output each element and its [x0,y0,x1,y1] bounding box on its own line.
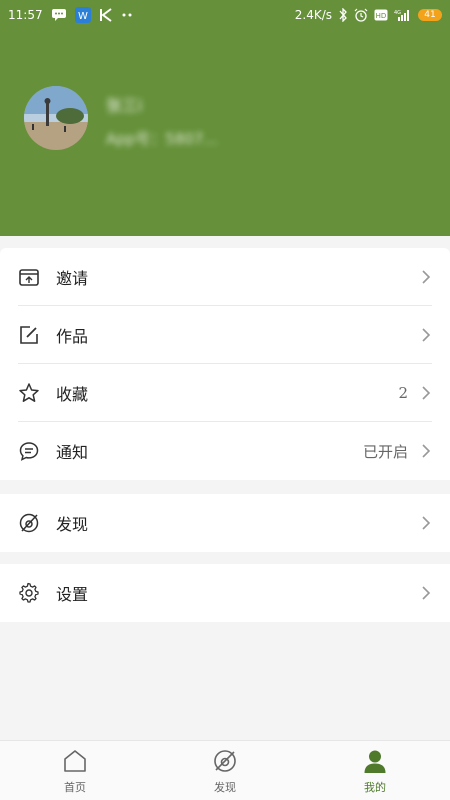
menu-item-favorites[interactable]: 收藏 2 [0,364,450,422]
menu-card-primary: 邀请 作品 收藏 2 通知 已开启 [0,248,450,480]
invite-box-icon [18,266,40,288]
hd-icon: HD [374,9,388,21]
chevron-right-icon [420,515,432,531]
chevron-right-icon [420,443,432,459]
status-bar: 11:57 W 2.4K/s HD 4G 41 [0,0,450,30]
status-time: 11:57 [8,8,43,22]
menu-card-settings: 设置 [0,564,450,622]
svg-text:W: W [78,11,88,22]
menu-item-discover[interactable]: 发现 [0,494,450,552]
tab-home[interactable]: 首页 [0,741,150,800]
message-icon [51,8,67,22]
chevron-right-icon [420,327,432,343]
user-icon [361,747,389,775]
tab-label-home: 首页 [64,780,86,794]
chat-bubble-icon [18,440,40,462]
tab-label-discover: 发现 [214,780,236,794]
more-dots-icon [121,12,135,18]
profile-header: 11:57 W 2.4K/s HD 4G 41 张三i App号：5807... [0,0,450,236]
tab-mine[interactable]: 我的 [300,741,450,800]
user-name[interactable]: 张三i [106,92,142,116]
tab-discover[interactable]: 发现 [150,741,300,800]
favorites-count: 2 [398,384,408,402]
chevron-right-icon [420,269,432,285]
menu-card-discover: 发现 [0,494,450,552]
home-icon [61,747,89,775]
edit-square-icon [18,324,40,346]
chevron-right-icon [420,585,432,601]
alarm-icon [354,8,368,22]
menu-label-discover: 发现 [56,515,89,534]
svg-text:4G: 4G [394,10,401,16]
menu-item-works[interactable]: 作品 [0,306,450,364]
bottom-tab-bar: 首页 发现 我的 [0,740,450,800]
star-icon [18,382,40,404]
tab-label-mine: 我的 [364,780,386,794]
gear-icon [18,582,40,604]
menu-label-invite: 邀请 [56,269,89,288]
signal-icon: 4G [394,9,412,21]
browser-icon: W [74,7,91,23]
discover-icon [211,747,239,775]
menu-label-works: 作品 [56,327,89,346]
network-speed: 2.4K/s [294,8,332,22]
notifications-status: 已开启 [362,442,408,461]
chevron-right-icon [420,385,432,401]
avatar-photo [24,86,88,150]
battery-icon: 41 [418,9,442,21]
bluetooth-icon [338,8,348,22]
k-app-icon [99,8,113,22]
compass-slash-icon [18,512,40,534]
menu-item-settings[interactable]: 设置 [0,564,450,622]
menu-label-settings: 设置 [56,585,89,604]
menu-label-notifications: 通知 [56,443,89,462]
menu-item-notifications[interactable]: 通知 已开启 [0,422,450,480]
menu-item-invite[interactable]: 邀请 [0,248,450,306]
menu-label-favorites: 收藏 [56,385,89,404]
svg-text:HD: HD [376,12,387,20]
avatar[interactable] [24,86,88,150]
user-app-id: App号：5807... [106,130,218,148]
